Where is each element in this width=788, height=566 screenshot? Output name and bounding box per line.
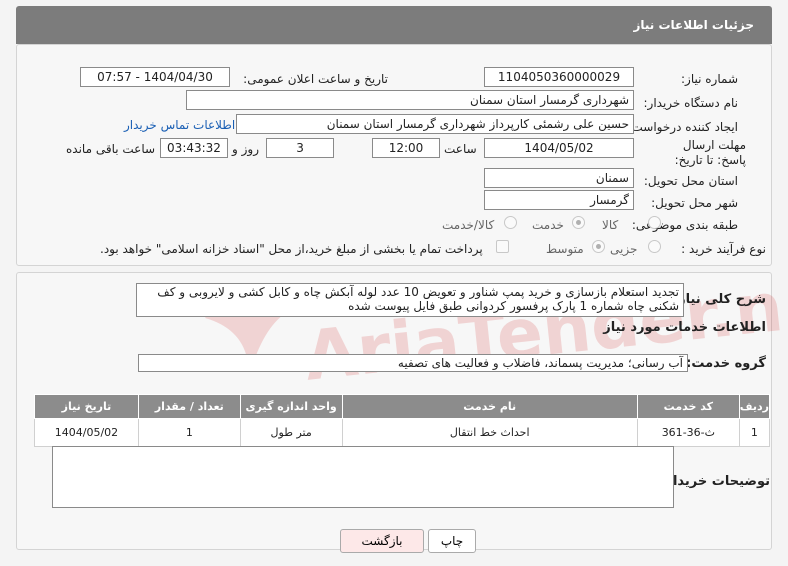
cell-qty: 1 [137, 418, 241, 447]
category-radio-goods-service[interactable] [504, 216, 517, 229]
service-group-field[interactable]: آب رسانی؛ مدیریت پسماند، فاضلاب و فعالیت… [138, 354, 688, 372]
creator-label: ایجاد کننده درخواست: [627, 120, 738, 134]
summary-textarea[interactable]: تجدید استعلام بازسازی و خرید پمپ شناور و… [136, 283, 684, 317]
deadline-date-field[interactable]: 1404/05/02 [484, 138, 634, 158]
process-radio-medium[interactable] [592, 240, 605, 253]
process-label: نوع فرآیند خرید : [681, 242, 766, 256]
creator-field[interactable]: حسین علی رشمئی کارپرداز شهرداری گرمسار ا… [236, 114, 634, 134]
province-label: استان محل تحویل: [643, 174, 738, 188]
page-title: جزئیات اطلاعات نیاز [633, 18, 754, 32]
col-qty-header: تعداد / مقدار [137, 394, 241, 419]
deadline-label: مهلت ارسال پاسخ: تا تاریخ: [674, 138, 746, 167]
col-code-header: کد خدمت [636, 394, 740, 419]
page-header: جزئیات اطلاعات نیاز [16, 6, 772, 44]
cell-unit: متر طول [239, 418, 343, 447]
category-option-goods: کالا [602, 218, 619, 232]
city-label: شهر محل تحویل: [651, 196, 738, 210]
process-option-minor: جزیی [610, 242, 638, 256]
announce-label: تاریخ و ساعت اعلان عمومی: [243, 72, 388, 86]
process-option-medium: متوسط [546, 242, 584, 256]
days-field[interactable]: 3 [266, 138, 334, 158]
province-field[interactable]: سمنان [484, 168, 634, 188]
service-group-label: گروه خدمت: [686, 356, 766, 371]
buyer-notes-label: توضیحات خریدار: [660, 474, 770, 489]
time-label: ساعت [444, 142, 477, 156]
buyer-org-label: نام دستگاه خریدار: [643, 96, 739, 110]
days-label: روز و [232, 142, 259, 156]
table-row[interactable]: 1 ث-36-361 احداث خط انتقال متر طول 1 140… [34, 418, 771, 447]
category-radio-service[interactable] [572, 216, 585, 229]
need-number-label: شماره نیاز: [681, 72, 738, 86]
col-unit-header: واحد اندازه گیری [239, 394, 343, 419]
cell-row: 1 [738, 418, 771, 447]
announce-field[interactable]: 1404/04/30 - 07:57 [80, 67, 230, 87]
summary-text: تجدید استعلام بازسازی و خرید پمپ شناور و… [157, 285, 679, 313]
col-date-header: تاریخ نیاز [34, 394, 139, 419]
treasury-payment-checkbox[interactable] [496, 240, 509, 253]
col-name-header: نام خدمت [341, 394, 638, 419]
cell-name: احداث خط انتقال [341, 418, 638, 447]
cell-date: 1404/05/02 [34, 418, 139, 447]
process-radio-minor[interactable] [648, 240, 661, 253]
summary-label: شرح کلی نیاز: [672, 292, 766, 307]
category-radio-goods[interactable] [648, 216, 661, 229]
category-option-service: خدمت [532, 218, 564, 232]
cell-code: ث-36-361 [636, 418, 740, 447]
city-field[interactable]: گرمسار [484, 190, 634, 210]
services-section-title: اطلاعات خدمات مورد نیاز [603, 320, 766, 335]
remaining-label: ساعت باقی مانده [66, 142, 156, 156]
payment-note: پرداخت تمام یا بخشی از مبلغ خرید،از محل … [100, 242, 483, 256]
category-option-goods-service: کالا/خدمت [442, 218, 495, 232]
print-button[interactable]: چاپ [428, 529, 476, 553]
table-header-row: ردیف کد خدمت نام خدمت واحد اندازه گیری ت… [34, 394, 771, 419]
col-row-header: ردیف [738, 394, 771, 419]
back-button[interactable]: بازگشت [340, 529, 424, 553]
need-number-field[interactable]: 1104050360000029 [484, 67, 634, 87]
remaining-time-field[interactable]: 03:43:32 [160, 138, 228, 158]
buyer-contact-link[interactable]: اطلاعات تماس خریدار [124, 118, 235, 132]
buyer-notes-textarea[interactable] [52, 446, 674, 508]
deadline-time-field[interactable]: 12:00 [372, 138, 440, 158]
services-table: ردیف کد خدمت نام خدمت واحد اندازه گیری ت… [34, 394, 771, 447]
buyer-org-field[interactable]: شهرداری گرمسار استان سمنان [186, 90, 634, 110]
